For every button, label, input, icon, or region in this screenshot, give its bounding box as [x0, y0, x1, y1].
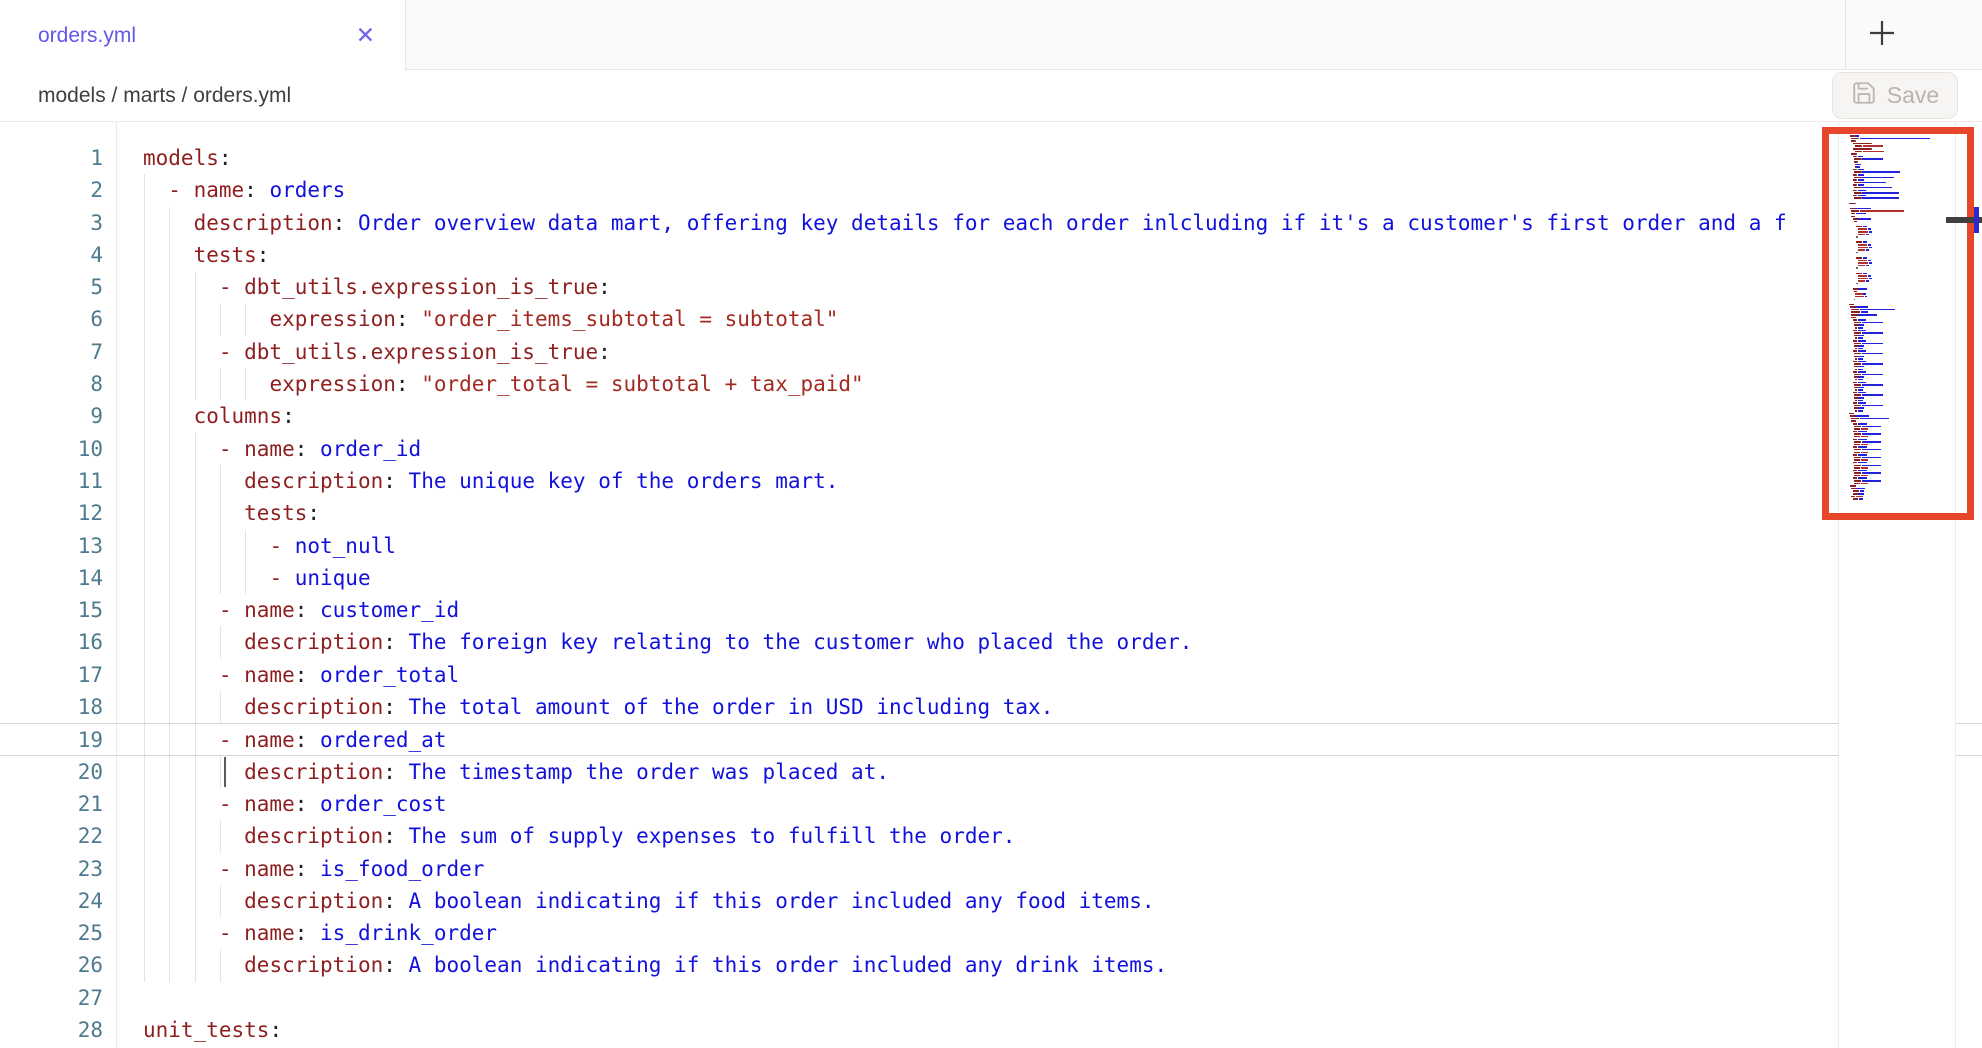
code-text: - dbt_utils.expression_is_true:	[143, 271, 611, 303]
code-text: description: The total amount of the ord…	[143, 691, 1053, 723]
code-line[interactable]: 4 tests:	[0, 239, 1982, 271]
code-line[interactable]: 2 - name: orders	[0, 174, 1982, 206]
code-line[interactable]: 12 tests:	[0, 497, 1982, 529]
code-line[interactable]: 11 description: The unique key of the or…	[0, 465, 1982, 497]
code-text: - name: is_drink_order	[143, 917, 497, 949]
tab-orders-yml[interactable]: orders.yml ✕	[0, 0, 406, 71]
line-number: 16	[0, 626, 103, 658]
code-line[interactable]: 9 columns:	[0, 400, 1982, 432]
line-number: 14	[0, 562, 103, 594]
line-number: 24	[0, 885, 103, 917]
code-line[interactable]: 1 models:	[0, 142, 1982, 174]
line-number: 2	[0, 174, 103, 206]
code-text: - not_null	[143, 530, 396, 562]
code-line[interactable]: 20 description: The timestamp the order …	[0, 756, 1982, 788]
code-line[interactable]: 10 - name: order_id	[0, 433, 1982, 465]
line-number: 15	[0, 594, 103, 626]
code-text: description: Order overview data mart, o…	[143, 207, 1787, 239]
code-line[interactable]: 14 - unique	[0, 562, 1982, 594]
code-line[interactable]: 13 - not_null	[0, 530, 1982, 562]
code-text: models:	[143, 142, 232, 174]
code-text: description: The sum of supply expenses …	[143, 820, 1015, 852]
line-number: 25	[0, 917, 103, 949]
code-lines[interactable]: 1models:2 - name: orders3 description: O…	[0, 142, 1982, 1046]
code-line[interactable]: 8 expression: "order_total = subtotal + …	[0, 368, 1982, 400]
new-tab-button[interactable]	[1863, 16, 1901, 54]
code-text: - name: customer_id	[143, 594, 459, 626]
code-line[interactable]: 18 description: The total amount of the …	[0, 691, 1982, 723]
plus-icon	[1867, 18, 1897, 53]
line-number: 28	[0, 1014, 103, 1046]
line-number: 27	[0, 982, 103, 1014]
line-number: 1	[0, 142, 103, 174]
line-number: 10	[0, 433, 103, 465]
code-line[interactable]: 22 description: The sum of supply expens…	[0, 820, 1982, 852]
code-text: expression: "order_items_subtotal = subt…	[143, 303, 838, 335]
code-line[interactable]: 21 - name: order_cost	[0, 788, 1982, 820]
line-number: 23	[0, 853, 103, 885]
code-text: description: The unique key of the order…	[143, 465, 838, 497]
line-number: 26	[0, 949, 103, 981]
tab-title: orders.yml	[38, 24, 136, 48]
code-line[interactable]: 23 - name: is_food_order	[0, 853, 1982, 885]
code-text: description: A boolean indicating if thi…	[143, 949, 1167, 981]
code-line[interactable]: 7 - dbt_utils.expression_is_true:	[0, 336, 1982, 368]
line-number: 17	[0, 659, 103, 691]
line-number: 5	[0, 271, 103, 303]
code-line[interactable]: 15 - name: customer_id	[0, 594, 1982, 626]
code-text: unit_tests:	[143, 1014, 282, 1046]
code-line[interactable]: 27	[0, 982, 1982, 1014]
code-text: - name: order_total	[143, 659, 459, 691]
line-number: 6	[0, 303, 103, 335]
line-number: 7	[0, 336, 103, 368]
line-number: 12	[0, 497, 103, 529]
save-button[interactable]: Save	[1832, 72, 1958, 119]
code-text: - dbt_utils.expression_is_true:	[143, 336, 611, 368]
code-text: tests:	[143, 239, 269, 271]
code-line[interactable]: 28 unit_tests:	[0, 1014, 1982, 1046]
line-number: 8	[0, 368, 103, 400]
code-line[interactable]: 19 - name: ordered_at	[0, 723, 1982, 755]
code-line[interactable]: 16 description: The foreign key relating…	[0, 626, 1982, 658]
annotation-highlight-box	[1822, 127, 1974, 520]
pointer-marker-tick	[1974, 207, 1979, 233]
code-text: - name: orders	[143, 174, 345, 206]
line-number: 21	[0, 788, 103, 820]
save-icon	[1851, 80, 1877, 112]
code-text: - name: order_id	[143, 433, 421, 465]
breadcrumb-bar: models / marts / orders.yml	[0, 70, 1982, 122]
code-text: - name: ordered_at	[143, 724, 446, 756]
line-number: 4	[0, 239, 103, 271]
code-text: - name: is_food_order	[143, 853, 484, 885]
line-number: 3	[0, 207, 103, 239]
text-cursor	[224, 757, 226, 787]
line-number: 13	[0, 530, 103, 562]
code-text: - name: order_cost	[143, 788, 446, 820]
line-number: 18	[0, 691, 103, 723]
code-line[interactable]: 6 expression: "order_items_subtotal = su…	[0, 303, 1982, 335]
line-number: 22	[0, 820, 103, 852]
code-line[interactable]: 25 - name: is_drink_order	[0, 917, 1982, 949]
code-line[interactable]: 26 description: A boolean indicating if …	[0, 949, 1982, 981]
code-text: expression: "order_total = subtotal + ta…	[143, 368, 864, 400]
code-line[interactable]: 5 - dbt_utils.expression_is_true:	[0, 271, 1982, 303]
close-icon[interactable]: ✕	[356, 24, 375, 47]
code-line[interactable]: 17 - name: order_total	[0, 659, 1982, 691]
code-text: columns:	[143, 400, 295, 432]
save-label: Save	[1887, 82, 1939, 109]
line-number: 9	[0, 400, 103, 432]
tabbar-divider	[1845, 0, 1846, 70]
code-text: description: A boolean indicating if thi…	[143, 885, 1155, 917]
breadcrumb: models / marts / orders.yml	[38, 84, 291, 108]
line-number: 20	[0, 756, 103, 788]
line-number: 19	[0, 724, 103, 756]
code-text: description: The timestamp the order was…	[143, 756, 889, 788]
code-text: - unique	[143, 562, 371, 594]
code-line[interactable]: 3 description: Order overview data mart,…	[0, 207, 1982, 239]
code-editor[interactable]: 1models:2 - name: orders3 description: O…	[0, 122, 1982, 1048]
line-number: 11	[0, 465, 103, 497]
code-line[interactable]: 24 description: A boolean indicating if …	[0, 885, 1982, 917]
code-text: description: The foreign key relating to…	[143, 626, 1192, 658]
code-text: tests:	[143, 497, 320, 529]
